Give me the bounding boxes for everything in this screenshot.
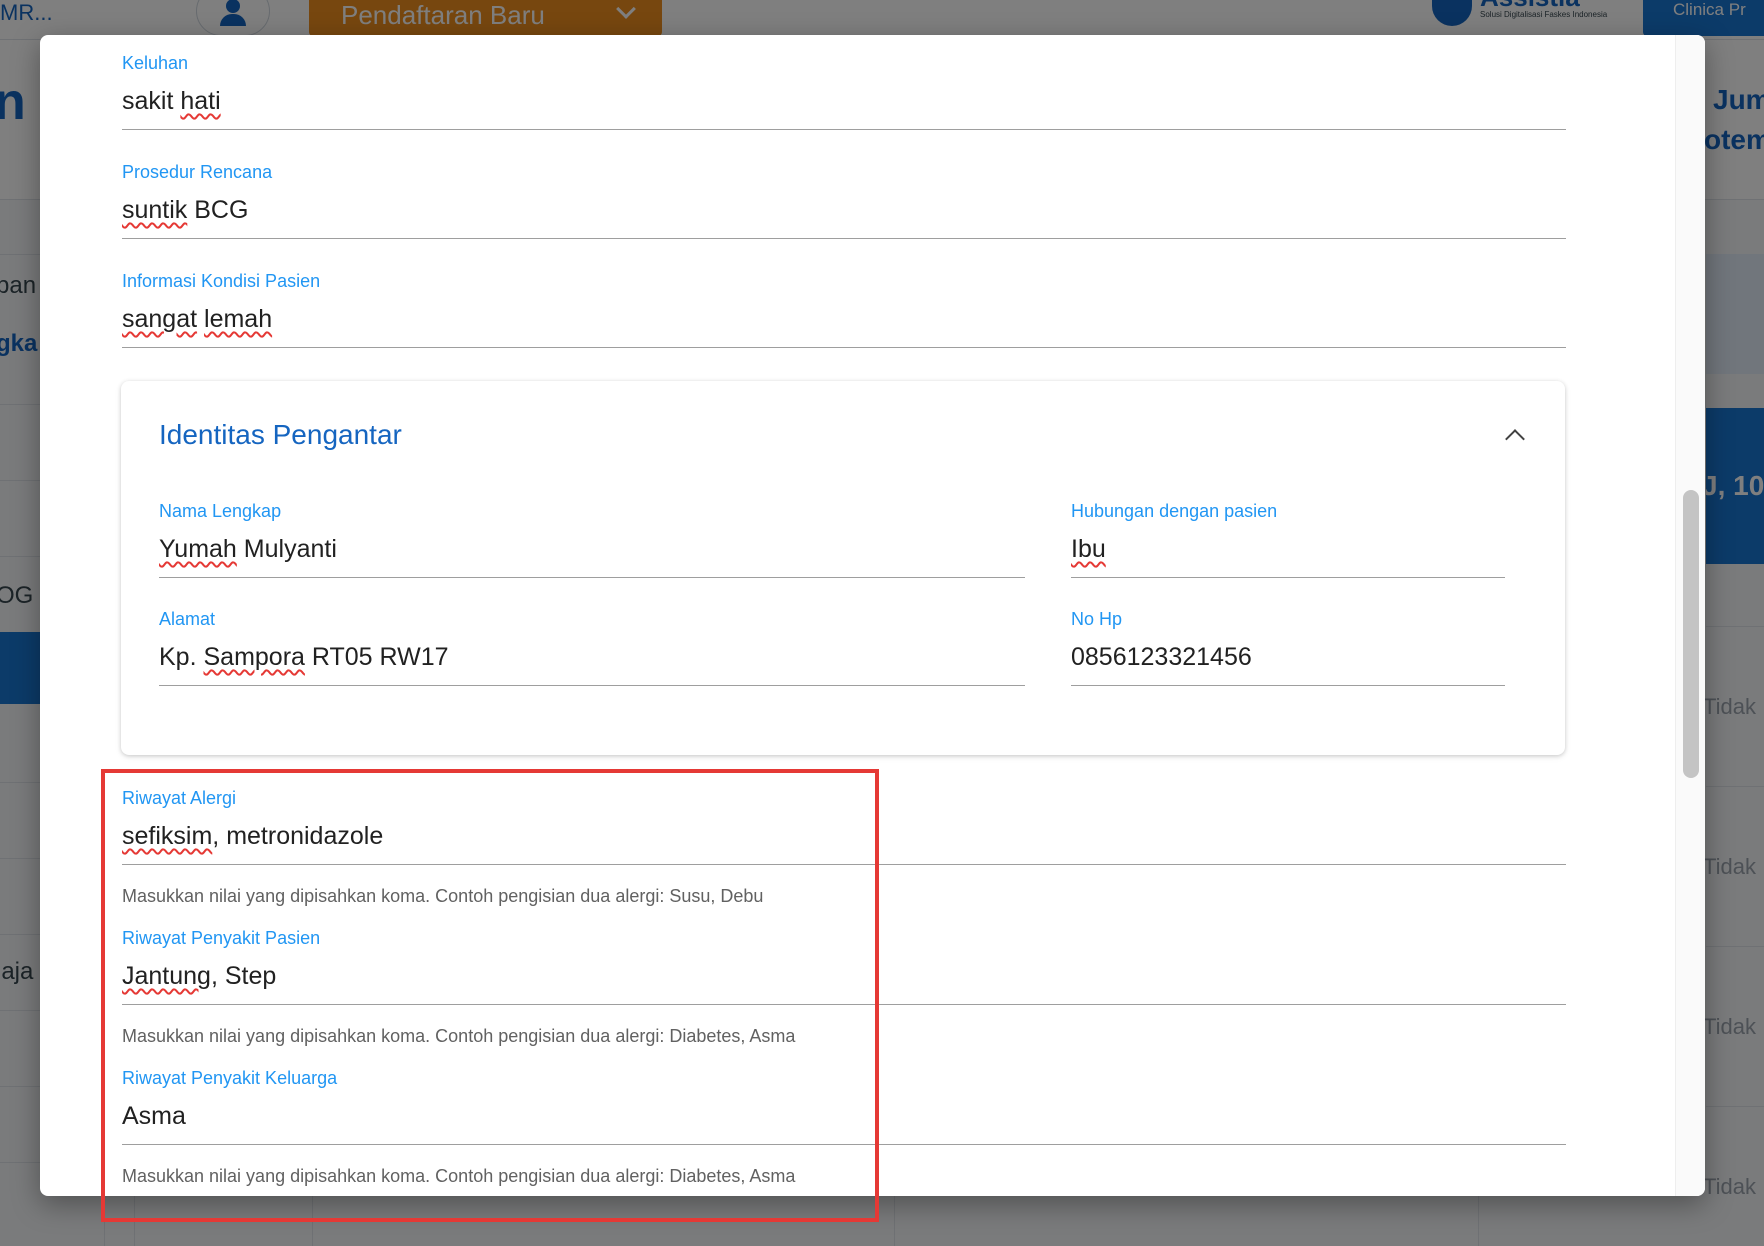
prosedur-rencana-input[interactable]: suntik BCG	[122, 196, 248, 225]
keluhan-input[interactable]: sakit hati	[122, 87, 221, 116]
informasi-kondisi-input[interactable]: sangat lemah	[122, 305, 272, 334]
keluhan-value-part: sakit	[122, 87, 181, 115]
hubungan-input[interactable]: Ibu	[1071, 535, 1106, 564]
riwayat-penyakit-keluarga-hint: Masukkan nilai yang dipisahkan koma. Con…	[122, 1166, 796, 1186]
alamat-underline	[159, 685, 1025, 686]
kondisi-value-misspelled: lemah	[204, 305, 273, 333]
alamat-value-part: RT05 RW17	[304, 643, 449, 671]
alamat-input[interactable]: Kp. Sampora RT05 RW17	[159, 643, 449, 672]
hubungan-underline	[1071, 577, 1505, 578]
informasi-kondisi-label: Informasi Kondisi Pasien	[122, 271, 321, 291]
modal-scrollbar-thumb[interactable]	[1683, 490, 1699, 778]
riwayat-alergi-input[interactable]: sefiksim, metronidazole	[122, 822, 383, 851]
prosedur-value-part: BCG	[187, 196, 249, 224]
kondisi-value-misspelled: sangat	[122, 305, 198, 333]
riwayat-penyakit-pasien-label: Riwayat Penyakit Pasien	[122, 928, 321, 948]
riwayat-penyakit-keluarga-input[interactable]: Asma	[122, 1102, 186, 1131]
nama-value-part: Mulyanti	[236, 535, 337, 563]
alergi-value-misspelled: sefiksim	[122, 822, 213, 850]
nama-lengkap-label: Nama Lengkap	[159, 501, 282, 521]
nama-lengkap-input[interactable]: Yumah Mulyanti	[159, 535, 337, 564]
penyakit-value-misspelled: Jantung	[122, 962, 211, 990]
keluhan-label: Keluhan	[122, 53, 189, 73]
keluhan-value-misspelled: hati	[180, 87, 221, 115]
identitas-pengantar-card: Identitas Pengantar Nama Lengkap Yumah M…	[121, 381, 1565, 755]
chevron-up-icon	[1505, 429, 1525, 449]
nama-value-misspelled: Yumah	[159, 535, 237, 563]
kondisi-value-space	[197, 305, 204, 333]
prosedur-rencana-underline	[122, 238, 1566, 239]
riwayat-penyakit-keluarga-label: Riwayat Penyakit Keluarga	[122, 1068, 338, 1088]
alamat-value-misspelled: Sampora	[203, 643, 305, 671]
no-hp-underline	[1071, 685, 1505, 686]
no-hp-input[interactable]: 0856123321456	[1071, 643, 1252, 672]
alamat-label: Alamat	[159, 609, 216, 629]
informasi-kondisi-underline	[122, 347, 1566, 348]
riwayat-penyakit-keluarga-underline	[122, 1144, 1566, 1145]
riwayat-alergi-label: Riwayat Alergi	[122, 788, 237, 808]
riwayat-penyakit-pasien-hint: Masukkan nilai yang dipisahkan koma. Con…	[122, 1026, 796, 1046]
nama-lengkap-underline	[159, 577, 1025, 578]
hubungan-label: Hubungan dengan pasien	[1071, 501, 1278, 521]
riwayat-penyakit-pasien-underline	[122, 1004, 1566, 1005]
registration-modal: Keluhan sakit hati Prosedur Rencana sunt…	[40, 35, 1705, 1196]
no-hp-label: No Hp	[1071, 609, 1123, 629]
prosedur-rencana-label: Prosedur Rencana	[122, 162, 273, 182]
alergi-value-part: , metronidazole	[212, 822, 384, 850]
collapse-button[interactable]	[1497, 417, 1533, 453]
identitas-pengantar-title: Identitas Pengantar	[159, 419, 402, 450]
riwayat-penyakit-pasien-input[interactable]: Jantung, Step	[122, 962, 276, 991]
prosedur-value-misspelled: suntik	[122, 196, 188, 224]
keluhan-underline	[122, 129, 1566, 130]
alamat-value-part: Kp.	[159, 643, 204, 671]
riwayat-alergi-hint: Masukkan nilai yang dipisahkan koma. Con…	[122, 886, 764, 906]
penyakit-value-part: , Step	[210, 962, 277, 990]
riwayat-alergi-underline	[122, 864, 1566, 865]
